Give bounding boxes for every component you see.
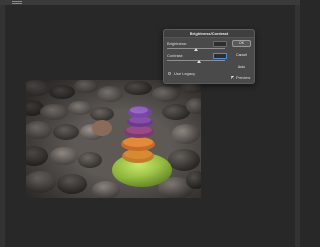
brightness-slider-thumb[interactable] <box>194 48 198 51</box>
left-toolbar-edge <box>0 5 5 247</box>
dialog-title: Brightness/Contrast <box>164 30 254 38</box>
cancel-button[interactable]: Cancel <box>232 52 251 59</box>
brightness-contrast-dialog: Brightness/Contrast Brightness: Contrast… <box>163 29 255 84</box>
ok-button[interactable]: OK <box>232 40 251 47</box>
stacked-stones-photo <box>26 80 201 198</box>
brightness-value-field[interactable] <box>213 41 227 47</box>
brightness-label: Brightness: <box>167 41 188 46</box>
preview-checkbox[interactable] <box>231 76 234 79</box>
panel-menu-icon[interactable] <box>12 1 22 4</box>
app-top-bar <box>0 0 300 5</box>
document-canvas[interactable] <box>26 80 201 198</box>
use-legacy-label: Use Legacy <box>174 71 196 76</box>
use-legacy-checkbox[interactable] <box>168 72 171 75</box>
contrast-slider-thumb[interactable] <box>196 60 201 63</box>
contrast-value-field[interactable] <box>213 53 227 59</box>
right-panel-edge <box>295 5 300 247</box>
auto-button[interactable]: Auto <box>232 64 251 71</box>
preview-label: Preview <box>236 75 251 80</box>
contrast-label: Contrast: <box>167 53 184 58</box>
